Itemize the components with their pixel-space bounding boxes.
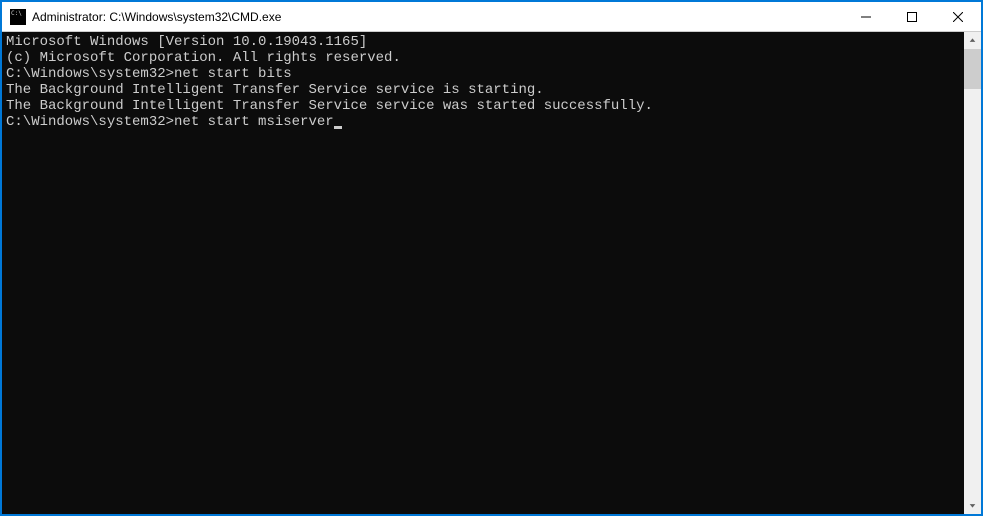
scroll-down-button[interactable] — [964, 497, 981, 514]
terminal-line: C:\Windows\system32>net start msiserver — [6, 114, 960, 130]
terminal-line: The Background Intelligent Transfer Serv… — [6, 98, 960, 114]
prompt: C:\Windows\system32> — [6, 66, 174, 82]
terminal-line: The Background Intelligent Transfer Serv… — [6, 82, 960, 98]
terminal-output[interactable]: Microsoft Windows [Version 10.0.19043.11… — [2, 32, 964, 514]
command: net start bits — [174, 66, 292, 82]
cmd-window: Administrator: C:\Windows\system32\CMD.e… — [1, 1, 982, 515]
cmd-icon — [10, 9, 26, 25]
titlebar[interactable]: Administrator: C:\Windows\system32\CMD.e… — [2, 2, 981, 32]
window-controls — [843, 2, 981, 31]
scroll-thumb[interactable] — [964, 49, 981, 89]
terminal-line: C:\Windows\system32>net start bits — [6, 66, 960, 82]
scroll-track[interactable] — [964, 49, 981, 497]
terminal-line: (c) Microsoft Corporation. All rights re… — [6, 50, 960, 66]
terminal-line: Microsoft Windows [Version 10.0.19043.11… — [6, 34, 960, 50]
window-title: Administrator: C:\Windows\system32\CMD.e… — [32, 10, 843, 24]
vertical-scrollbar[interactable] — [964, 32, 981, 514]
minimize-button[interactable] — [843, 2, 889, 31]
maximize-button[interactable] — [889, 2, 935, 31]
scroll-up-button[interactable] — [964, 32, 981, 49]
command: net start msiserver — [174, 114, 334, 130]
close-button[interactable] — [935, 2, 981, 31]
prompt: C:\Windows\system32> — [6, 114, 174, 130]
cursor — [334, 126, 342, 129]
terminal-container: Microsoft Windows [Version 10.0.19043.11… — [2, 32, 981, 514]
